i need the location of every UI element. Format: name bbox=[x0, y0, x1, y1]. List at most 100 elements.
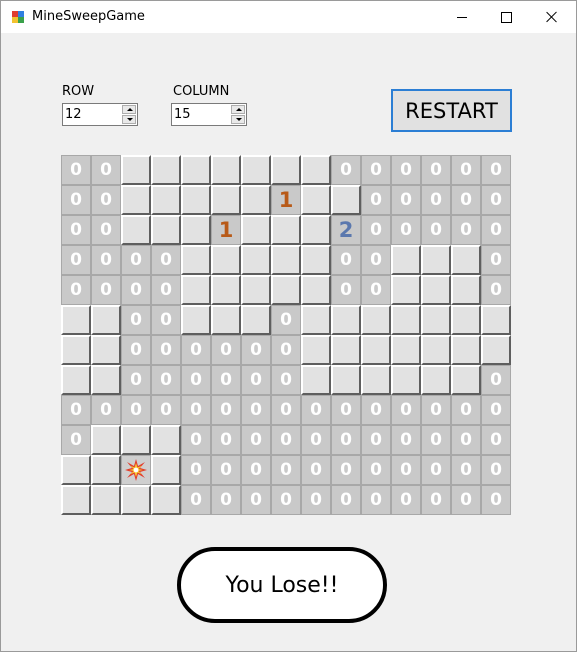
cell-revealed[interactable]: 0 bbox=[91, 245, 121, 275]
cell-hidden[interactable] bbox=[481, 305, 511, 335]
cell-revealed[interactable]: 0 bbox=[421, 215, 451, 245]
cell-revealed[interactable]: 0 bbox=[361, 455, 391, 485]
cell-revealed[interactable]: 0 bbox=[391, 395, 421, 425]
cell-revealed[interactable]: 0 bbox=[361, 395, 391, 425]
cell-revealed[interactable]: 0 bbox=[331, 425, 361, 455]
cell-revealed[interactable]: 0 bbox=[421, 485, 451, 515]
cell-revealed[interactable]: 0 bbox=[391, 185, 421, 215]
cell-revealed[interactable]: 0 bbox=[481, 365, 511, 395]
cell-revealed[interactable]: 0 bbox=[481, 395, 511, 425]
cell-hidden[interactable] bbox=[301, 335, 331, 365]
cell-hidden[interactable] bbox=[391, 335, 421, 365]
cell-revealed[interactable]: 0 bbox=[61, 215, 91, 245]
cell-hidden[interactable] bbox=[391, 365, 421, 395]
cell-hidden[interactable] bbox=[451, 365, 481, 395]
cell-revealed[interactable]: 0 bbox=[121, 335, 151, 365]
cell-revealed[interactable]: 0 bbox=[481, 425, 511, 455]
cell-hidden[interactable] bbox=[241, 305, 271, 335]
cell-revealed[interactable]: 0 bbox=[121, 365, 151, 395]
cell-hidden[interactable] bbox=[121, 485, 151, 515]
cell-revealed[interactable]: 0 bbox=[211, 395, 241, 425]
cell-hidden[interactable] bbox=[241, 185, 271, 215]
cell-hidden[interactable] bbox=[121, 215, 151, 245]
cell-revealed[interactable]: 0 bbox=[301, 485, 331, 515]
cell-revealed[interactable]: 0 bbox=[181, 395, 211, 425]
cell-hidden[interactable] bbox=[61, 455, 91, 485]
cell-revealed[interactable]: 0 bbox=[481, 485, 511, 515]
cell-hidden[interactable] bbox=[391, 305, 421, 335]
cell-revealed[interactable]: 0 bbox=[241, 335, 271, 365]
cell-hidden[interactable] bbox=[241, 275, 271, 305]
row-down-arrow-icon[interactable] bbox=[122, 115, 136, 124]
cell-hidden[interactable] bbox=[181, 245, 211, 275]
cell-hidden[interactable] bbox=[151, 485, 181, 515]
cell-revealed[interactable]: 1 bbox=[271, 185, 301, 215]
cell-revealed[interactable]: 0 bbox=[271, 455, 301, 485]
cell-hidden[interactable] bbox=[361, 305, 391, 335]
cell-hidden[interactable] bbox=[61, 485, 91, 515]
cell-revealed[interactable]: 0 bbox=[181, 365, 211, 395]
cell-revealed[interactable]: 0 bbox=[241, 365, 271, 395]
cell-revealed[interactable]: 0 bbox=[421, 455, 451, 485]
cell-revealed[interactable]: 0 bbox=[211, 425, 241, 455]
cell-revealed[interactable]: 0 bbox=[421, 185, 451, 215]
cell-revealed[interactable]: 0 bbox=[61, 245, 91, 275]
cell-hidden[interactable] bbox=[301, 155, 331, 185]
cell-revealed[interactable]: 0 bbox=[121, 245, 151, 275]
cell-revealed[interactable]: 0 bbox=[91, 275, 121, 305]
cell-revealed[interactable]: 0 bbox=[361, 185, 391, 215]
cell-revealed[interactable]: 0 bbox=[121, 305, 151, 335]
cell-hidden[interactable] bbox=[91, 305, 121, 335]
cell-revealed[interactable]: 0 bbox=[151, 395, 181, 425]
cell-revealed[interactable]: 0 bbox=[151, 305, 181, 335]
cell-revealed[interactable]: 1 bbox=[211, 215, 241, 245]
cell-hidden[interactable] bbox=[391, 245, 421, 275]
cell-hidden[interactable] bbox=[421, 335, 451, 365]
restart-button[interactable]: RESTART bbox=[391, 89, 512, 132]
cell-revealed[interactable]: 0 bbox=[361, 215, 391, 245]
cell-revealed[interactable]: 0 bbox=[151, 365, 181, 395]
cell-revealed[interactable]: 0 bbox=[421, 425, 451, 455]
cell-revealed[interactable]: 0 bbox=[451, 425, 481, 455]
cell-revealed[interactable]: 0 bbox=[241, 425, 271, 455]
cell-revealed[interactable]: 0 bbox=[181, 335, 211, 365]
cell-hidden[interactable] bbox=[211, 185, 241, 215]
cell-revealed[interactable]: 0 bbox=[271, 485, 301, 515]
cell-revealed[interactable]: 0 bbox=[91, 215, 121, 245]
cell-revealed[interactable]: 0 bbox=[61, 275, 91, 305]
cell-revealed[interactable]: 0 bbox=[211, 485, 241, 515]
cell-revealed[interactable]: 0 bbox=[121, 395, 151, 425]
cell-revealed[interactable]: 0 bbox=[481, 185, 511, 215]
cell-revealed[interactable]: 0 bbox=[481, 215, 511, 245]
cell-revealed[interactable]: 0 bbox=[271, 425, 301, 455]
cell-revealed[interactable]: 0 bbox=[211, 365, 241, 395]
cell-hidden[interactable] bbox=[61, 365, 91, 395]
cell-hidden[interactable] bbox=[421, 305, 451, 335]
cell-hidden[interactable] bbox=[301, 185, 331, 215]
cell-revealed[interactable]: 0 bbox=[361, 155, 391, 185]
cell-hidden[interactable] bbox=[121, 155, 151, 185]
cell-revealed[interactable]: 0 bbox=[301, 455, 331, 485]
cell-revealed[interactable]: 0 bbox=[451, 215, 481, 245]
cell-hidden[interactable] bbox=[361, 335, 391, 365]
cell-revealed[interactable]: 0 bbox=[91, 395, 121, 425]
cell-hidden[interactable] bbox=[91, 485, 121, 515]
cell-revealed[interactable]: 0 bbox=[481, 155, 511, 185]
cell-hidden[interactable] bbox=[271, 155, 301, 185]
cell-hidden[interactable] bbox=[331, 365, 361, 395]
row-up-arrow-icon[interactable] bbox=[122, 105, 136, 114]
cell-revealed[interactable]: 0 bbox=[451, 455, 481, 485]
cell-revealed[interactable]: 0 bbox=[271, 335, 301, 365]
cell-hidden[interactable] bbox=[181, 275, 211, 305]
cell-revealed[interactable]: 0 bbox=[391, 485, 421, 515]
cell-revealed[interactable]: 0 bbox=[331, 395, 361, 425]
cell-revealed[interactable]: 0 bbox=[61, 155, 91, 185]
cell-hidden[interactable] bbox=[421, 275, 451, 305]
cell-hidden[interactable] bbox=[151, 215, 181, 245]
cell-revealed[interactable]: 0 bbox=[211, 335, 241, 365]
close-button[interactable] bbox=[529, 1, 575, 33]
cell-revealed[interactable]: 0 bbox=[181, 455, 211, 485]
cell-revealed[interactable]: 0 bbox=[151, 275, 181, 305]
cell-revealed[interactable]: 0 bbox=[211, 455, 241, 485]
cell-revealed[interactable]: 0 bbox=[91, 155, 121, 185]
